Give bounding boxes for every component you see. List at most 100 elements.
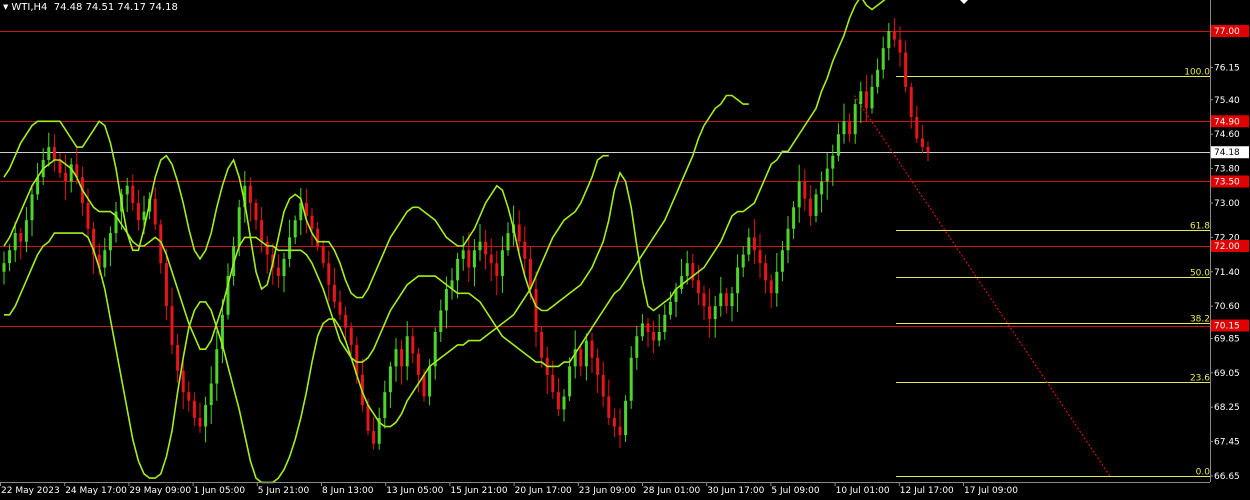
candle-body [719, 293, 723, 307]
candle-body [831, 155, 835, 169]
candle-body [187, 392, 191, 401]
x-tick-label: 13 Jun 05:00 [386, 486, 443, 496]
fib-label-4: 23.6 [1190, 374, 1210, 384]
candle-body [551, 374, 555, 393]
candle-body [209, 383, 213, 406]
candle-body [215, 349, 219, 384]
candle-body [528, 258, 532, 289]
candle-body [310, 215, 314, 229]
candle-body [736, 267, 740, 294]
candle-body [327, 263, 331, 285]
candle-body [864, 91, 868, 109]
candle-body [405, 336, 409, 367]
ohlc-label: 74.48 74.51 74.17 74.18 [53, 2, 178, 13]
candle-body [702, 293, 706, 307]
dropdown-triangle-icon[interactable]: ▼ [3, 3, 8, 11]
current-price-label: 74.18 [1214, 148, 1240, 158]
candle-body [198, 417, 202, 427]
candle-body [58, 159, 62, 173]
candle-body [820, 181, 824, 195]
candle-body [601, 374, 605, 397]
x-tick-label: 10 Jul 01:00 [836, 486, 890, 496]
level-price-label-1: 74.90 [1214, 117, 1240, 127]
candle-body [176, 344, 180, 371]
candle-body [629, 357, 633, 401]
candle-body [534, 288, 538, 332]
candle-body [786, 228, 790, 251]
candle-body [646, 323, 650, 332]
level-price-label-2: 73.50 [1214, 177, 1240, 187]
y-tick-label: 66.65 [1214, 472, 1240, 482]
candle-body [797, 181, 801, 208]
candle-body [293, 220, 297, 238]
candle-body [814, 194, 818, 216]
x-tick-label: 5 Jun 21:00 [258, 486, 310, 496]
candle-body [316, 228, 320, 246]
candle-body [265, 241, 269, 255]
candle-body [321, 245, 325, 264]
candle-body [842, 121, 846, 135]
candle-body [523, 241, 527, 259]
y-tick-label: 69.85 [1214, 334, 1240, 344]
candle-body [590, 340, 594, 358]
candle-body [876, 69, 880, 87]
candle-body [456, 258, 460, 281]
candle-body [260, 220, 264, 242]
candle-body [775, 271, 779, 294]
level-price-label-0: 77.00 [1214, 27, 1240, 37]
candle-body [825, 168, 829, 182]
level-price-label-4: 70.15 [1214, 322, 1240, 332]
candle-body [506, 233, 510, 251]
candle-body [668, 301, 672, 315]
x-tick-label: 17 Jul 09:00 [964, 486, 1018, 496]
candle-body [19, 233, 23, 242]
candle-body [579, 349, 583, 367]
y-tick-label: 69.05 [1214, 369, 1240, 379]
candle-body [724, 293, 728, 307]
candle-body [926, 147, 930, 153]
fib-label-1: 61.8 [1190, 222, 1210, 232]
candle-body [517, 224, 521, 242]
y-tick-label: 73.00 [1214, 199, 1240, 209]
x-tick-label: 12 Jul 17:00 [900, 486, 954, 496]
candle-body [444, 288, 448, 311]
y-tick-label: 73.80 [1214, 165, 1240, 175]
y-tick-label: 74.60 [1214, 130, 1240, 140]
fib-label-3: 38.2 [1190, 315, 1210, 325]
level-price-label-3: 72.00 [1214, 242, 1240, 252]
candle-body [758, 250, 762, 264]
candle-body [713, 306, 717, 320]
candle-body [663, 314, 667, 332]
candle-body [366, 405, 370, 431]
fib-label-5: 0.0 [1196, 468, 1211, 478]
candle-body [192, 400, 196, 418]
candle-body [394, 349, 398, 367]
candle-body [640, 323, 644, 337]
y-tick-label: 75.40 [1214, 96, 1240, 106]
x-tick-label: 23 Jun 09:00 [579, 486, 636, 496]
candle-body [635, 336, 639, 358]
candle-body [131, 185, 135, 203]
candle-body [708, 306, 712, 320]
candle-body [282, 258, 286, 277]
candle-body [898, 39, 902, 53]
fib-label-2: 50.0 [1190, 269, 1210, 279]
candle-body [915, 116, 919, 139]
candle-body [484, 241, 488, 255]
candle-body [870, 86, 874, 109]
candle-body [892, 31, 896, 40]
candle-body [584, 340, 588, 367]
symbol-label: WTI,H4 [11, 2, 48, 13]
candle-body [372, 430, 376, 444]
price-chart[interactable]: 100.0 61.8 50.0 38.2 23.6 0.0 76.15 75.40 74.60… [0, 0, 1250, 500]
candle-body [859, 91, 863, 105]
candle-body [495, 263, 499, 277]
candle-body [478, 241, 482, 251]
candle-body [685, 263, 689, 277]
candle-body [52, 147, 56, 160]
candle-body [556, 392, 560, 410]
candle-body [428, 366, 432, 397]
chart-canvas[interactable]: 100.0 61.8 50.0 38.2 23.6 0.0 76.15 75.40 74.60… [0, 0, 1250, 500]
y-tick-label: 71.40 [1214, 268, 1240, 278]
candle-body [920, 138, 924, 148]
